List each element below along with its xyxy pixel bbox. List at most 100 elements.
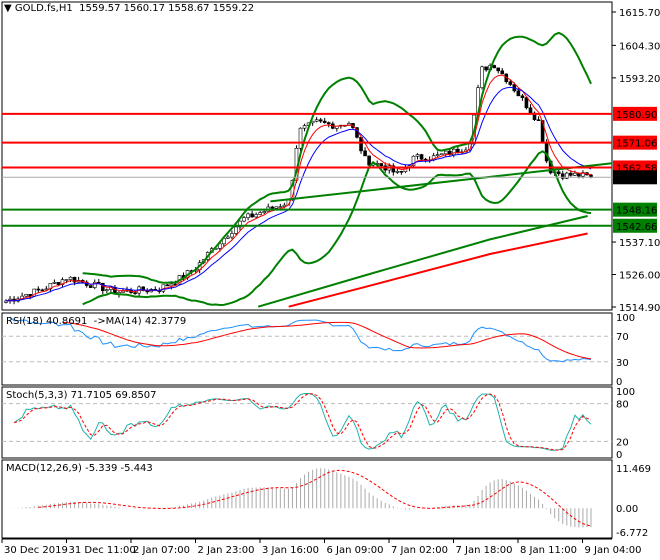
candle-body — [302, 125, 307, 129]
y-tick-label: 1593.20 — [619, 74, 660, 85]
x-tick-label: 6 Jan 09:00 — [327, 545, 384, 556]
candle-body — [262, 211, 267, 213]
ohlc-values: 1559.57 1560.17 1558.67 1559.22 — [79, 3, 255, 14]
candle-body — [556, 171, 561, 175]
collapse-triangle-icon[interactable]: ▼ — [4, 3, 15, 14]
candle-body — [452, 148, 456, 155]
candle-body — [379, 163, 384, 167]
x-tick-label: 2 Jan 07:00 — [133, 545, 190, 556]
y-tick-label: 11.469 — [616, 464, 651, 475]
candle-body — [395, 171, 400, 173]
candle-body — [484, 66, 488, 71]
candle-body — [88, 285, 93, 288]
level-label: 1580.90 — [616, 110, 657, 121]
candle-body — [270, 206, 275, 209]
candle-body — [480, 66, 484, 88]
candle-body — [234, 226, 238, 234]
candle-body — [278, 206, 283, 208]
candle-body — [318, 119, 323, 122]
candle-body — [64, 279, 69, 281]
candle-body — [456, 148, 460, 153]
candle-body — [419, 154, 424, 160]
y-tick-label: 80 — [616, 400, 629, 411]
stoch-title: Stoch(5,3,3) 71.7105 69.8507 — [6, 390, 157, 401]
candle-body — [544, 142, 549, 162]
candle-body — [274, 206, 279, 209]
level-label: 1548.16 — [616, 206, 657, 217]
x-tick-label: 31 Dec 11:00 — [69, 545, 136, 556]
y-tick-label: 30 — [616, 358, 629, 369]
x-tick-label: 3 Jan 16:00 — [262, 545, 319, 556]
candle-body — [569, 172, 573, 176]
level-label: 1542.66 — [616, 222, 657, 233]
candle-body — [40, 289, 45, 292]
y-tick-label: 1604.30 — [619, 41, 660, 52]
candle-body — [516, 90, 521, 97]
candle-body — [573, 172, 577, 176]
candle-body — [367, 155, 371, 166]
y-tick-label: 0 — [616, 450, 622, 461]
candle-body — [492, 65, 496, 69]
candle-body — [359, 137, 363, 152]
candle-body — [298, 127, 303, 149]
y-tick-label: 20 — [616, 437, 629, 448]
chart-canvas: 1580.901571.061562.581548.161542.661559.… — [1, 1, 660, 556]
candle-body — [105, 289, 109, 292]
level-label: 1571.06 — [616, 139, 657, 150]
trendline — [270, 162, 613, 203]
candle-body — [524, 97, 529, 109]
ma-slow — [5, 86, 592, 302]
candle-body — [24, 294, 28, 297]
candle-body — [254, 214, 258, 218]
y-tick-label: 0.00 — [616, 504, 638, 515]
y-tick-label: -6.772 — [616, 528, 648, 539]
candle-body — [508, 81, 513, 85]
candle-body — [165, 284, 170, 287]
x-tick-label: 8 Jan 11:00 — [520, 545, 577, 556]
candle-body — [439, 153, 444, 156]
candle-body — [528, 107, 533, 114]
candle-body — [68, 276, 73, 280]
candle-body — [52, 282, 57, 284]
x-tick-label: 7 Jan 02:00 — [391, 545, 448, 556]
candle-body — [363, 150, 367, 157]
bollinger-upper — [82, 31, 592, 284]
candle-body — [520, 95, 525, 98]
candle-body — [322, 120, 327, 123]
y-tick-label: 100 — [616, 387, 635, 398]
candle-body — [500, 70, 505, 75]
candle-body — [399, 171, 404, 173]
candle-body — [496, 67, 501, 72]
rsi-ma-line — [62, 321, 592, 360]
x-tick-label: 30 Dec 2019 — [4, 545, 68, 556]
y-tick-label: 100 — [616, 313, 635, 324]
candle-body — [536, 119, 541, 121]
candle-body — [169, 283, 174, 287]
candle-body — [326, 122, 331, 125]
y-tick-label: 1537.10 — [619, 238, 660, 249]
candle-body — [230, 233, 234, 238]
candle-body — [56, 282, 61, 285]
candle-body — [415, 154, 420, 157]
x-tick-label: 2 Jan 23:00 — [198, 545, 255, 556]
candle-body — [92, 281, 97, 288]
current-price-label: 1559.22 — [616, 173, 657, 184]
candle-body — [435, 154, 440, 156]
candle-body — [133, 292, 137, 294]
candle-body — [246, 213, 250, 218]
candle-body — [36, 288, 41, 291]
candle-body — [250, 213, 254, 218]
macd-title: MACD(12,26,9) -5.339 -5.443 — [6, 463, 153, 474]
macd-signal — [38, 469, 592, 527]
chart-window: 1580.90 1571.06 1562.58 1548.16 1542.66 1559.… — [0, 0, 660, 560]
candle-body — [258, 212, 262, 215]
x-tick-label: 9 Jan 04:00 — [585, 545, 642, 556]
symbol-header: ▼ GOLD.fs,H1 1559.57 1560.17 1558.67 155… — [4, 3, 254, 14]
y-tick-label: 1526.00 — [619, 271, 660, 282]
candle-body — [121, 290, 125, 293]
long-ma-green — [257, 215, 588, 308]
y-tick-label: 70 — [616, 332, 629, 343]
x-tick-label: 7 Jan 18:00 — [456, 545, 513, 556]
candle-body — [226, 236, 230, 239]
y-tick-label: 1615.70 — [619, 8, 660, 19]
